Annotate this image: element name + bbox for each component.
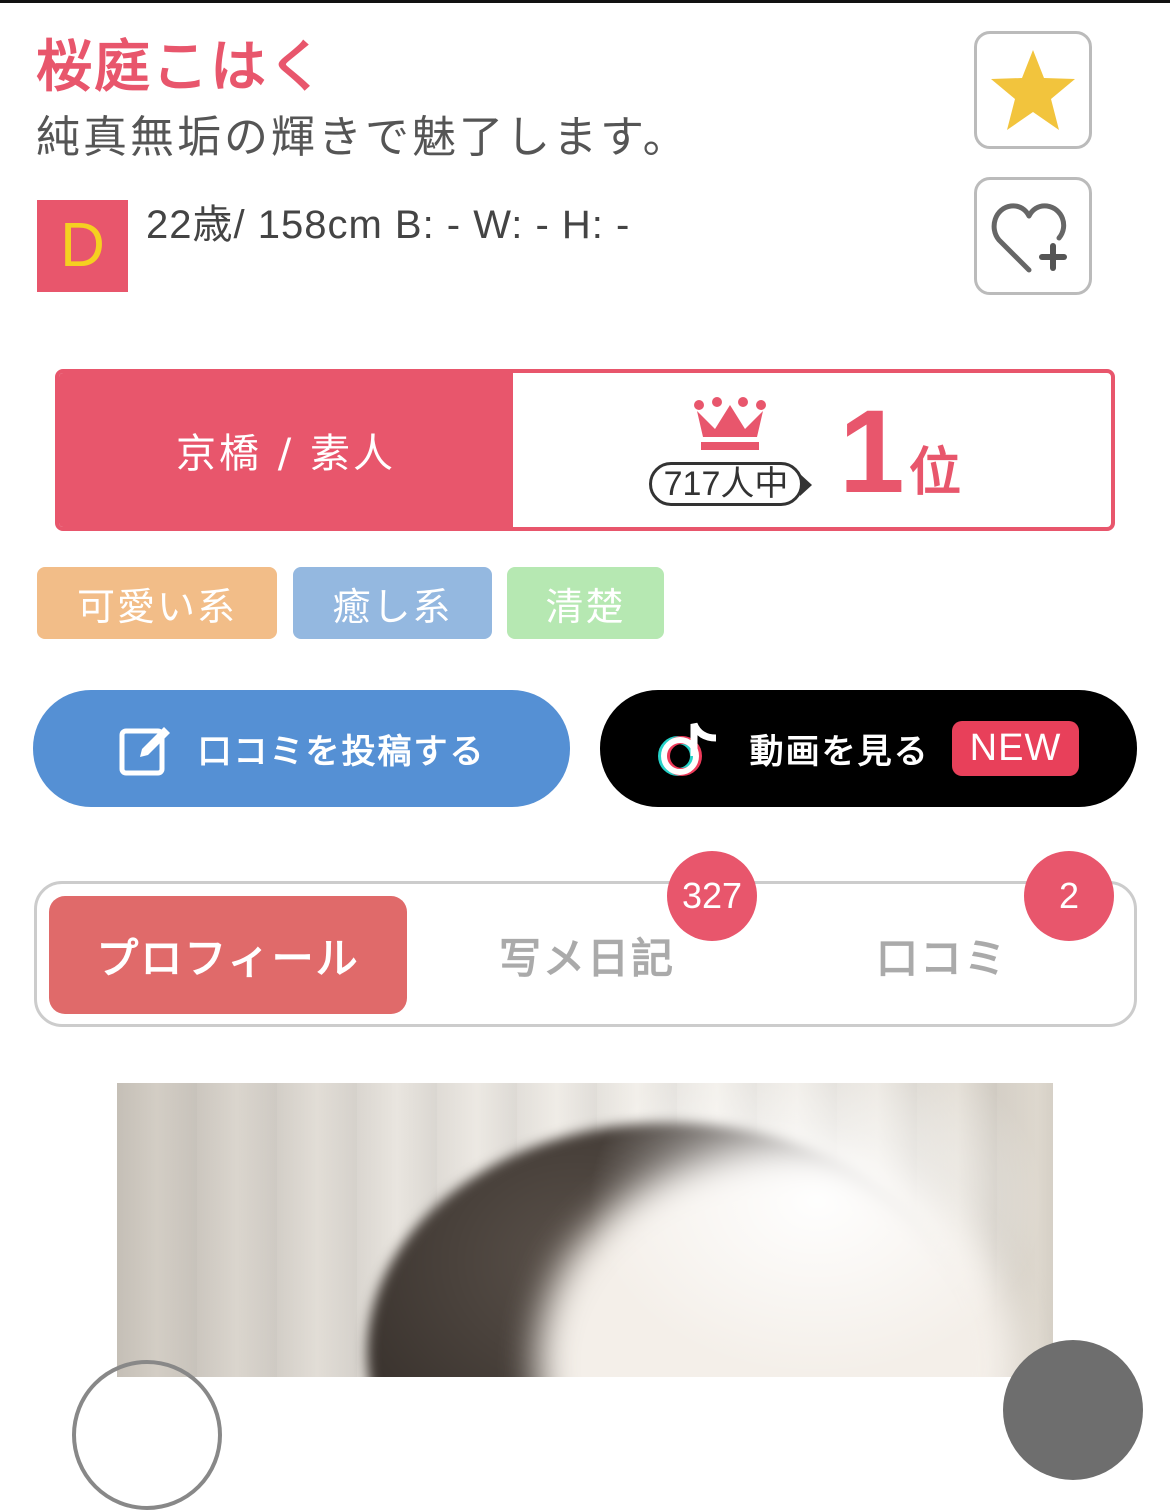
prev-photo-button[interactable] xyxy=(72,1360,222,1510)
top-border xyxy=(0,0,1170,3)
watch-video-button[interactable]: 動画を見る NEW xyxy=(600,690,1137,807)
ranking-total: 717人中 xyxy=(649,462,812,506)
diary-count-badge: 327 xyxy=(667,851,757,941)
review-count-badge: 2 xyxy=(1024,851,1114,941)
profile-name: 桜庭こはく xyxy=(36,35,326,100)
next-photo-button[interactable] xyxy=(1003,1340,1143,1480)
ranking-category: 京橋 / 素人 xyxy=(59,373,513,527)
profile-stats: 22歳/ 158cm B: - W: - H: - xyxy=(146,203,631,247)
star-icon xyxy=(991,50,1075,130)
favorite-button[interactable] xyxy=(974,31,1092,149)
watch-video-label: 動画を見る xyxy=(749,732,930,772)
ranking-box: 京橋 / 素人 717人中 1 位 xyxy=(55,369,1115,531)
tab-profile[interactable]: プロフィール xyxy=(49,896,407,1014)
crown-icon xyxy=(694,397,766,450)
post-review-label: 口コミを投稿する xyxy=(197,732,486,772)
cup-size-badge: D xyxy=(37,200,128,292)
profile-tabs: プロフィール 写メ日記 口コミ xyxy=(34,881,1137,1027)
post-review-button[interactable]: 口コミを投稿する xyxy=(33,690,570,807)
tiktok-icon xyxy=(657,720,724,778)
follow-button[interactable] xyxy=(974,177,1092,295)
tag-healing[interactable]: 癒し系 xyxy=(293,567,492,639)
new-badge: NEW xyxy=(951,721,1080,776)
edit-icon xyxy=(118,721,174,777)
photo-glow xyxy=(587,1083,1047,1377)
tag-neat[interactable]: 清楚 xyxy=(507,567,664,639)
tag-cute[interactable]: 可愛い系 xyxy=(37,567,277,639)
profile-photo[interactable] xyxy=(117,1083,1053,1377)
profile-catchphrase: 純真無垢の輝きで魅了します。 xyxy=(36,112,690,163)
heart-plus-icon xyxy=(991,203,1067,273)
ranking-unit: 位 xyxy=(909,443,962,503)
ranking-number: 1 xyxy=(839,386,905,518)
